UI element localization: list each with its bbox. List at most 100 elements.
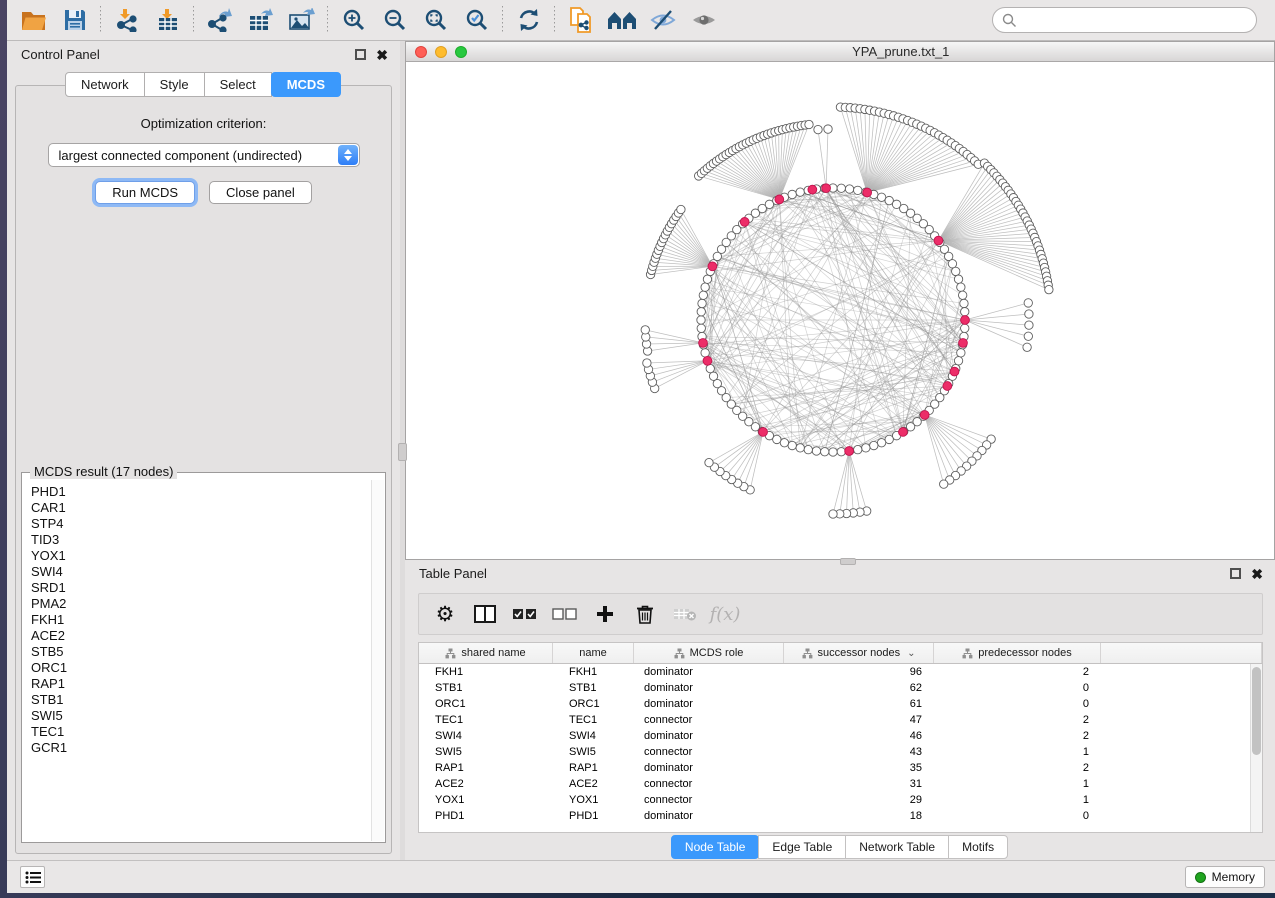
table-row[interactable]: SWI5SWI5connector431 xyxy=(419,744,1262,760)
run-mcds-button[interactable]: Run MCDS xyxy=(95,181,195,204)
cell-predecessor-nodes: 1 xyxy=(934,746,1101,758)
delete-column-button[interactable] xyxy=(627,598,663,630)
tab-style[interactable]: Style xyxy=(144,72,205,97)
export-table-button[interactable] xyxy=(240,3,281,37)
mcds-result-item[interactable]: GCR1 xyxy=(31,740,371,756)
column-header-MCDS-role[interactable]: MCDS role xyxy=(634,643,784,663)
tab-network[interactable]: Network xyxy=(65,72,145,97)
close-panel-icon[interactable]: ✖ xyxy=(376,48,388,62)
result-list-scrollbar[interactable] xyxy=(371,480,384,841)
import-network-button[interactable] xyxy=(106,3,147,37)
table-row[interactable]: TEC1TEC1connector472 xyxy=(419,712,1262,728)
table-row[interactable]: FKH1FKH1dominator962 xyxy=(419,664,1262,680)
select-all-columns-button[interactable] xyxy=(507,598,543,630)
mcds-result-item[interactable]: RAP1 xyxy=(31,676,371,692)
delete-table-button[interactable] xyxy=(667,598,703,630)
table-scrollbar-thumb[interactable] xyxy=(1252,667,1261,755)
zoom-out-button[interactable] xyxy=(374,3,415,37)
mcds-result-item[interactable]: YOX1 xyxy=(31,548,371,564)
table-row[interactable]: STB1STB1dominator620 xyxy=(419,680,1262,696)
first-neighbors-button[interactable] xyxy=(601,3,642,37)
tab-network-table[interactable]: Network Table xyxy=(845,835,949,859)
gear-icon: ⚙ xyxy=(436,604,455,625)
search-input[interactable] xyxy=(1017,13,1247,28)
select-stepper xyxy=(338,145,358,165)
copy-network-document-icon xyxy=(569,7,593,33)
float-panel-icon[interactable] xyxy=(355,49,366,60)
horizontal-splitter-grip[interactable] xyxy=(840,558,856,565)
mcds-result-item[interactable]: ORC1 xyxy=(31,660,371,676)
column-header-shared-name[interactable]: shared name xyxy=(419,643,553,663)
mcds-result-item[interactable]: STB5 xyxy=(31,644,371,660)
deselect-all-columns-button[interactable] xyxy=(547,598,583,630)
close-window-icon[interactable] xyxy=(415,46,427,58)
first-neighbors-icon xyxy=(607,9,637,31)
splitter-grip[interactable] xyxy=(398,443,407,461)
column-header-predecessor-nodes[interactable]: predecessor nodes xyxy=(934,643,1101,663)
show-columns-button[interactable] xyxy=(467,598,503,630)
cell-shared-name: FKH1 xyxy=(419,666,553,678)
mcds-result-item[interactable]: STB1 xyxy=(31,692,371,708)
show-eye-icon xyxy=(691,8,717,32)
apply-style-button[interactable] xyxy=(508,3,549,37)
tab-mcds[interactable]: MCDS xyxy=(271,72,341,97)
mcds-result-item[interactable]: PMA2 xyxy=(31,596,371,612)
maximize-window-icon[interactable] xyxy=(455,46,467,58)
memory-status-icon xyxy=(1195,872,1206,883)
float-table-panel-icon[interactable] xyxy=(1230,568,1241,579)
show-all-button[interactable] xyxy=(683,3,724,37)
control-tabs: NetworkStyleSelectMCDS xyxy=(7,72,400,97)
zoom-in-button[interactable] xyxy=(333,3,374,37)
mcds-result-item[interactable]: SWI4 xyxy=(31,564,371,580)
import-table-button[interactable] xyxy=(147,3,188,37)
table-row[interactable]: ORC1ORC1dominator610 xyxy=(419,696,1262,712)
mcds-result-item[interactable]: FKH1 xyxy=(31,612,371,628)
tab-select[interactable]: Select xyxy=(204,72,272,97)
column-type-icon xyxy=(802,648,813,659)
table-row[interactable]: ACE2ACE2connector311 xyxy=(419,776,1262,792)
function-builder-button[interactable]: f(x) xyxy=(707,598,743,630)
open-session-button[interactable] xyxy=(13,3,54,37)
table-panel: Table Panel ✖ ⚙ xyxy=(405,560,1275,860)
network-canvas[interactable] xyxy=(406,62,1274,559)
mcds-result-item[interactable]: PHD1 xyxy=(31,484,371,500)
table-options-button[interactable]: ⚙ xyxy=(427,598,463,630)
mcds-result-item[interactable]: TID3 xyxy=(31,532,371,548)
close-table-panel-icon[interactable]: ✖ xyxy=(1251,567,1263,581)
mcds-result-item[interactable]: SWI5 xyxy=(31,708,371,724)
cell-MCDS-role: dominator xyxy=(634,810,784,822)
cell-predecessor-nodes: 2 xyxy=(934,714,1101,726)
task-history-button[interactable] xyxy=(20,866,45,888)
close-panel-button[interactable]: Close panel xyxy=(209,181,312,204)
table-row[interactable]: PHD1PHD1dominator180 xyxy=(419,808,1262,824)
tab-edge-table[interactable]: Edge Table xyxy=(758,835,846,859)
export-network-button[interactable] xyxy=(199,3,240,37)
column-header-name[interactable]: name xyxy=(553,643,634,663)
column-header-successor-nodes[interactable]: successor nodes⌄ xyxy=(784,643,934,663)
sort-descending-icon: ⌄ xyxy=(907,648,915,659)
save-session-button[interactable] xyxy=(54,3,95,37)
mcds-result-item[interactable]: ACE2 xyxy=(31,628,371,644)
table-row[interactable]: YOX1YOX1connector291 xyxy=(419,792,1262,808)
minimize-window-icon[interactable] xyxy=(435,46,447,58)
table-scrollbar[interactable] xyxy=(1250,664,1262,832)
mcds-result-item[interactable]: SRD1 xyxy=(31,580,371,596)
table-row[interactable]: RAP1RAP1dominator352 xyxy=(419,760,1262,776)
mcds-result-item[interactable]: STP4 xyxy=(31,516,371,532)
plus-icon xyxy=(596,605,614,623)
hide-selected-button[interactable] xyxy=(642,3,683,37)
cell-MCDS-role: connector xyxy=(634,746,784,758)
mcds-result-item[interactable]: CAR1 xyxy=(31,500,371,516)
zoom-selected-button[interactable] xyxy=(456,3,497,37)
export-image-button[interactable] xyxy=(281,3,322,37)
tab-node-table[interactable]: Node Table xyxy=(671,835,760,859)
create-column-button[interactable] xyxy=(587,598,623,630)
cell-successor-nodes: 47 xyxy=(784,714,934,726)
mcds-result-item[interactable]: TEC1 xyxy=(31,724,371,740)
tab-motifs[interactable]: Motifs xyxy=(948,835,1008,859)
clone-network-button[interactable] xyxy=(560,3,601,37)
criterion-select[interactable]: largest connected component (undirected) xyxy=(48,143,360,167)
table-row[interactable]: SWI4SWI4dominator462 xyxy=(419,728,1262,744)
memory-button[interactable]: Memory xyxy=(1185,866,1265,888)
zoom-fit-button[interactable] xyxy=(415,3,456,37)
